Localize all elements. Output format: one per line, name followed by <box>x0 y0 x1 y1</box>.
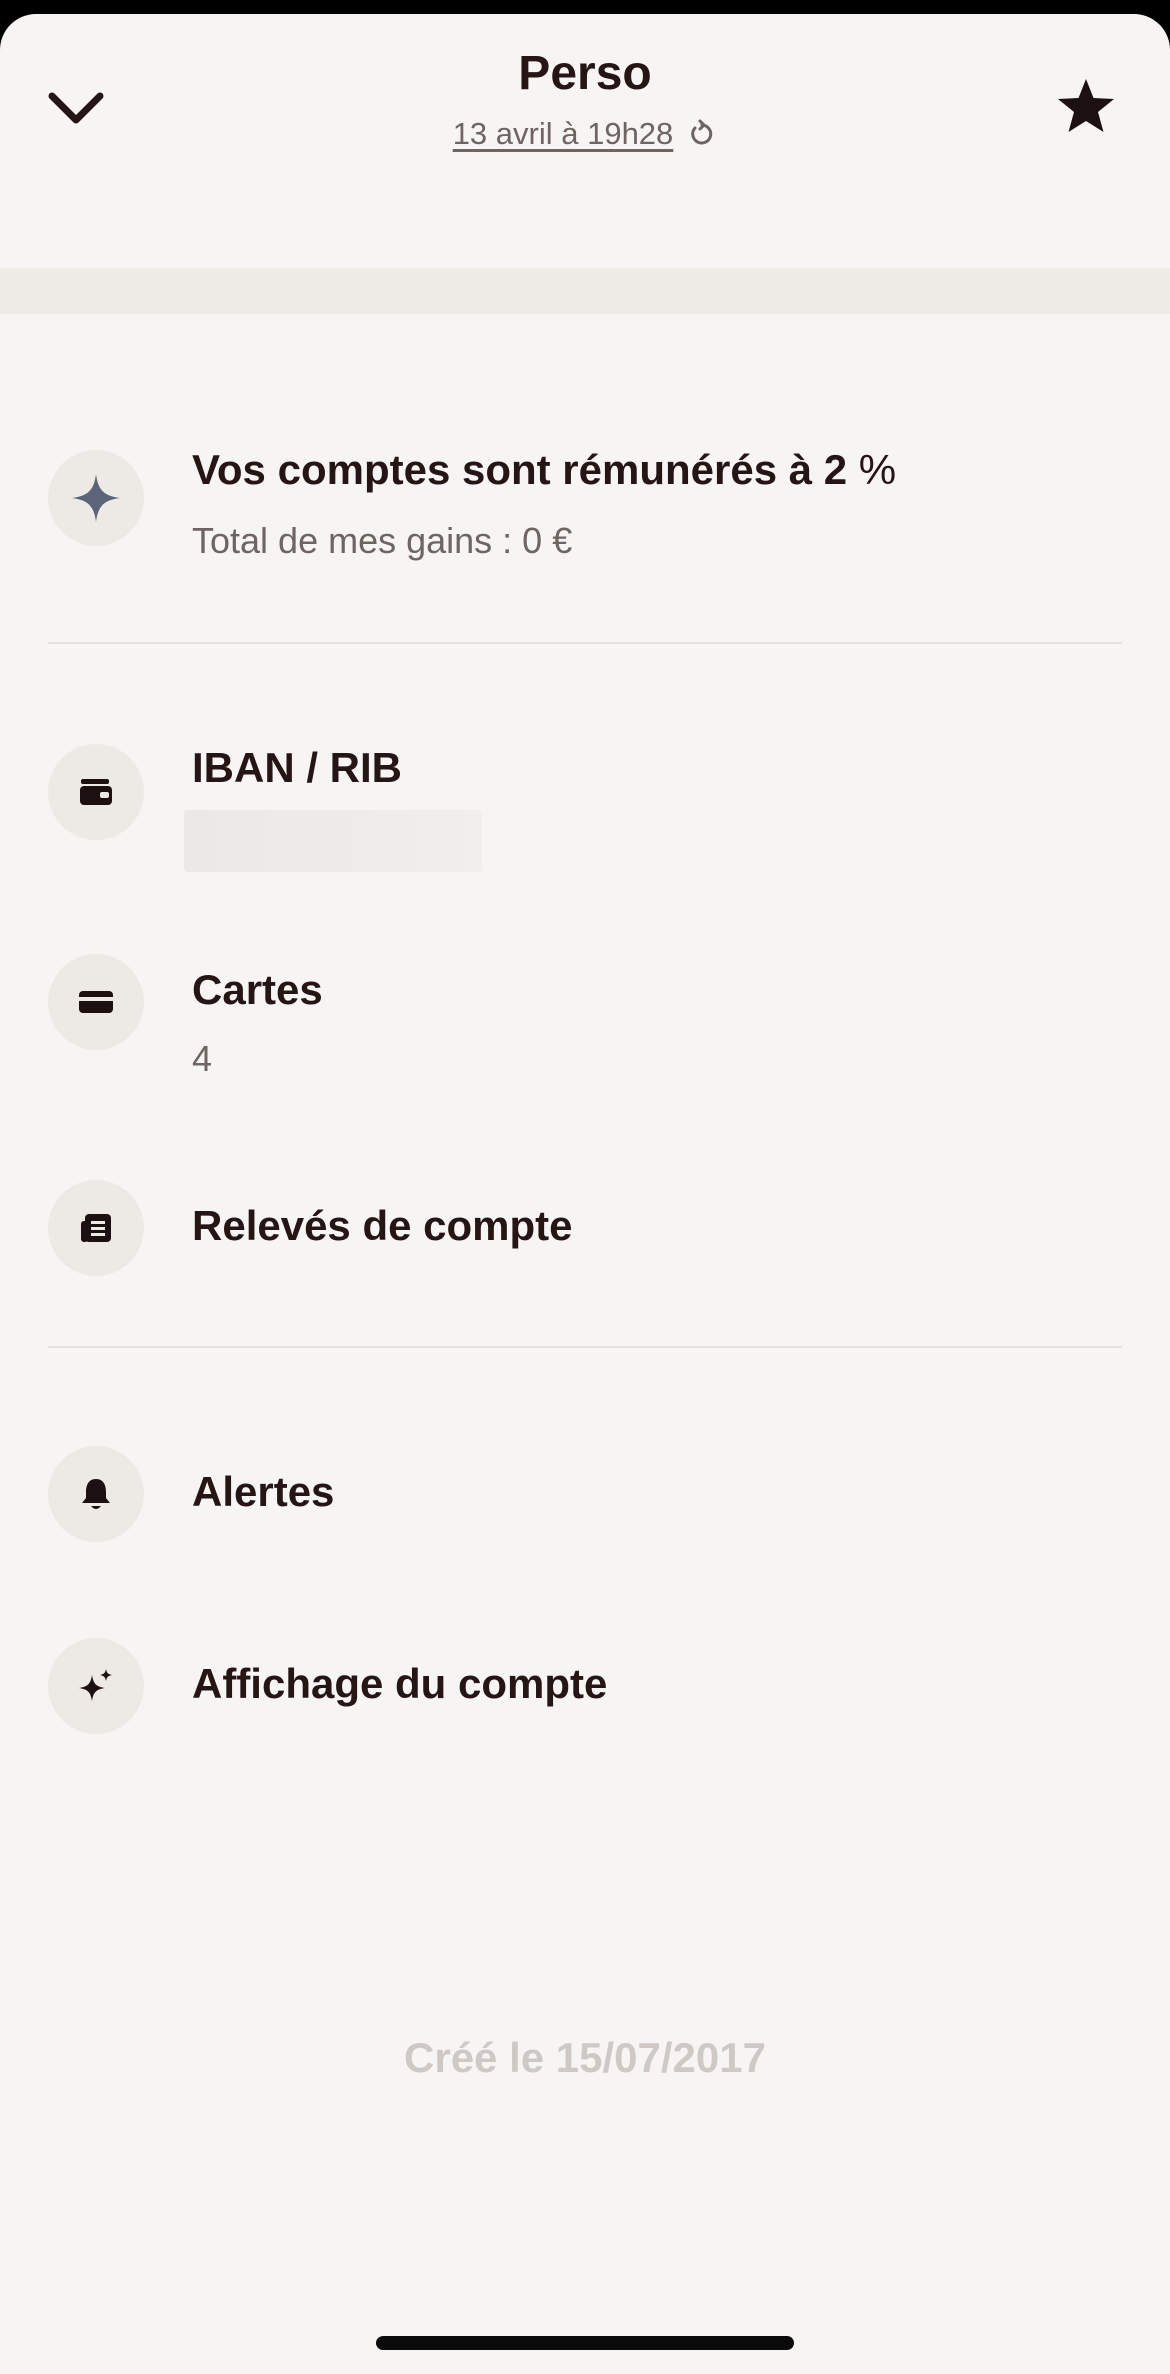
header-separator-band <box>0 268 1170 314</box>
iban-title: IBAN / RIB <box>192 744 402 791</box>
interest-title: Vos comptes sont rémunérés à 2 % <box>192 446 896 494</box>
sparkle-icon <box>72 474 120 522</box>
interest-row[interactable]: Vos comptes sont rémunérés à 2 % Total d… <box>0 422 1170 572</box>
statements-icon-wrap <box>48 1180 144 1276</box>
iban-row[interactable]: IBAN / RIB <box>0 726 1170 876</box>
cards-count: 4 <box>192 1038 213 1079</box>
page-title: Perso <box>518 47 652 100</box>
display-row[interactable]: Affichage du compte <box>0 1612 1170 1762</box>
favorite-button[interactable] <box>1046 66 1126 146</box>
account-details-sheet: Perso 13 avril à 19h28 Vos comptes sont … <box>0 14 1170 2374</box>
divider <box>48 642 1122 644</box>
interest-icon-wrap <box>48 450 144 546</box>
sparkles-icon <box>79 1669 112 1701</box>
interest-percent: % <box>847 446 897 493</box>
wallet-icon <box>80 779 112 805</box>
star-icon <box>1058 79 1114 132</box>
cards-title: Cartes <box>192 966 323 1013</box>
statements-row[interactable]: Relevés de compte <box>0 1154 1170 1304</box>
iban-icon-wrap <box>48 744 144 840</box>
last-update-timestamp[interactable]: 13 avril à 19h28 <box>453 116 674 152</box>
document-icon <box>81 1214 111 1242</box>
cards-row[interactable]: Cartes 4 <box>0 938 1170 1088</box>
alerts-title: Alertes <box>192 1468 335 1515</box>
display-title: Affichage du compte <box>192 1660 608 1707</box>
display-icon-wrap <box>48 1638 144 1734</box>
last-update-row: 13 avril à 19h28 <box>0 116 1170 152</box>
alerts-icon-wrap <box>48 1446 144 1542</box>
interest-rate: 2 <box>823 446 848 493</box>
divider <box>48 1346 1122 1348</box>
refresh-icon[interactable] <box>687 119 717 149</box>
statements-title: Relevés de compte <box>192 1202 573 1249</box>
interest-title-prefix: Vos comptes sont rémunérés à <box>192 446 824 493</box>
home-indicator[interactable] <box>376 2336 794 2350</box>
header: Perso 13 avril à 19h28 <box>0 14 1170 268</box>
bell-icon <box>82 1479 110 1509</box>
alerts-row[interactable]: Alertes <box>0 1420 1170 1570</box>
cards-icon-wrap <box>48 954 144 1050</box>
interest-gains: Total de mes gains : 0 € <box>192 520 573 561</box>
card-icon <box>79 991 113 1013</box>
iban-redacted-value <box>184 810 482 872</box>
account-created-date: Créé le 15/07/2017 <box>404 2034 766 2081</box>
